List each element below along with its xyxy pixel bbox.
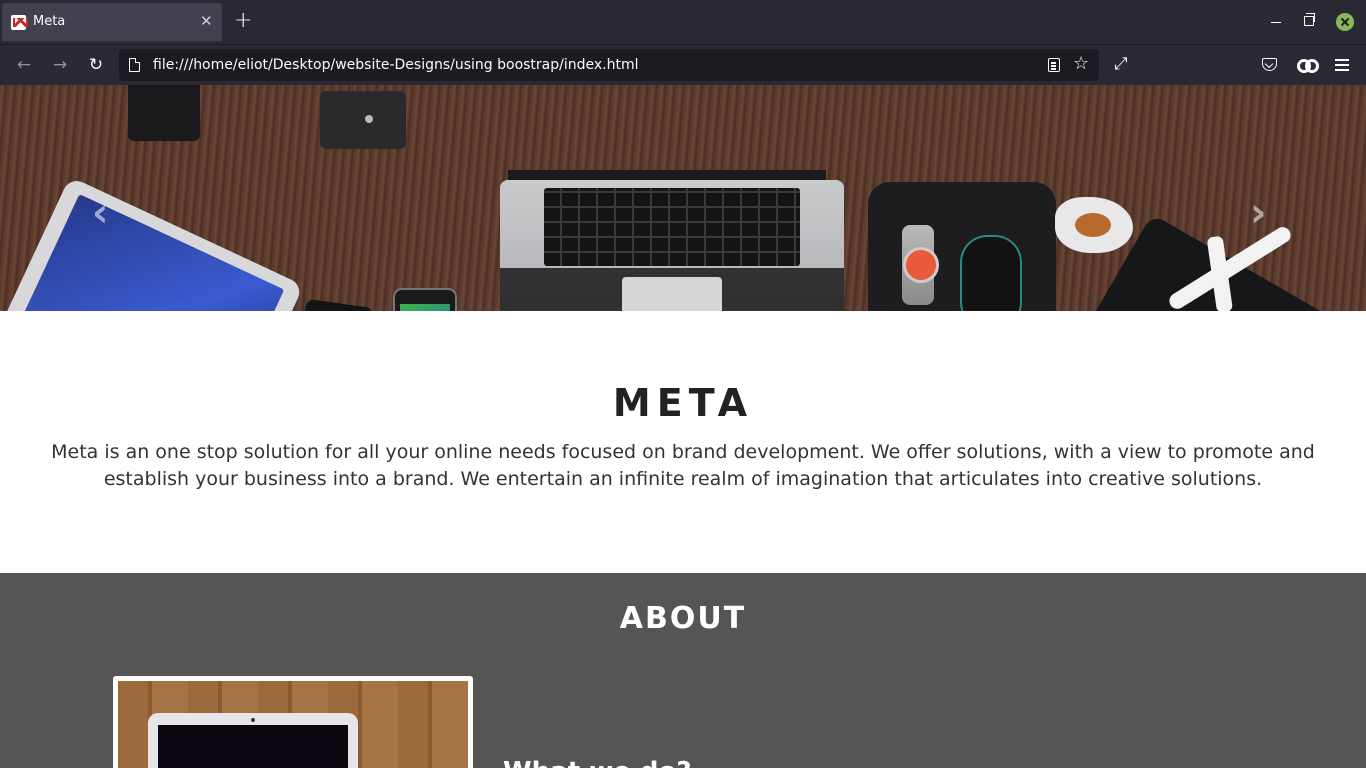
hero-watch-image: [902, 225, 939, 305]
reader-view-icon[interactable]: [1048, 58, 1060, 72]
carousel-prev-icon[interactable]: ‹: [92, 193, 108, 233]
browser-nav-bar: ← → ↻ file:///home/eliot/Desktop/website…: [0, 44, 1366, 85]
hero-phone-image: [293, 298, 375, 311]
page-icon: [129, 58, 140, 72]
about-wood-background: [118, 681, 468, 768]
hero-laptop-image: [500, 180, 844, 311]
minimize-icon[interactable]: [1270, 13, 1282, 25]
private-mask-icon[interactable]: [1297, 59, 1319, 73]
about-image: [113, 676, 473, 768]
hero-mouse-image: [960, 235, 1022, 311]
back-arrow-icon[interactable]: ←: [15, 56, 33, 74]
pocket-icon[interactable]: [1262, 58, 1277, 71]
intro-section: META Meta is an one stop solution for al…: [0, 311, 1366, 573]
hero-device-image: [320, 91, 406, 149]
new-tab-icon[interactable]: +: [234, 10, 252, 32]
hamburger-menu-icon[interactable]: [1335, 59, 1349, 71]
forward-arrow-icon[interactable]: →: [51, 56, 69, 74]
window-close-icon[interactable]: [1336, 13, 1354, 31]
hero-keyboard-image: [544, 188, 800, 266]
gmail-favicon-icon: [11, 15, 28, 30]
about-section: ABOUT What we do?: [0, 573, 1366, 768]
intro-paragraph: Meta is an one stop solution for all you…: [51, 441, 1315, 490]
fullscreen-icon[interactable]: ⤢: [1114, 55, 1128, 73]
hero-tablet-image: [0, 176, 304, 311]
hero-bowl-image: [1055, 197, 1133, 253]
tab-title: Meta: [33, 14, 66, 29]
about-laptop-image: [148, 713, 358, 768]
browser-tab[interactable]: Meta ✕: [2, 3, 222, 41]
hero-carousel: ‹ ›: [0, 85, 1366, 311]
hero-smartphone-image: [393, 288, 457, 311]
hero-trackpad-image: [622, 277, 722, 311]
hero-speaker-image: [128, 85, 200, 141]
maximize-icon[interactable]: [1304, 13, 1315, 26]
about-subheading: What we do?: [503, 757, 691, 768]
page-title: META: [612, 381, 754, 425]
tab-close-icon[interactable]: ✕: [200, 13, 213, 29]
carousel-next-icon[interactable]: ›: [1250, 193, 1266, 233]
address-bar[interactable]: file:///home/eliot/Desktop/website-Desig…: [119, 49, 1099, 81]
about-heading: ABOUT: [619, 601, 747, 636]
reload-icon[interactable]: ↻: [87, 56, 105, 74]
bookmark-star-icon[interactable]: ☆: [1073, 54, 1089, 74]
browser-tab-bar: Meta ✕ +: [0, 0, 1366, 44]
url-text[interactable]: file:///home/eliot/Desktop/website-Desig…: [153, 57, 639, 73]
